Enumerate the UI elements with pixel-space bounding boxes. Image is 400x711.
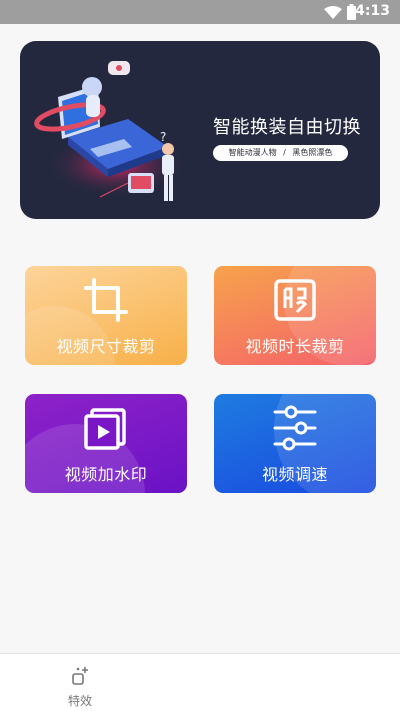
feature-card-size-crop[interactable]: 视频尺寸裁剪	[25, 266, 187, 365]
banner-tag: 智能动漫人物 / 黑色照漂色	[213, 145, 348, 161]
robot-laptop-illustration: ?	[34, 61, 186, 201]
nav-item-effects[interactable]: 特效	[56, 666, 104, 709]
svg-text:?: ?	[160, 130, 166, 144]
promo-banner[interactable]: ? 智能换装自由切换 智能动漫人物 / 黑色照漂色	[20, 41, 380, 219]
feature-label: 视频调速	[261, 465, 328, 484]
feature-card-speed[interactable]: 视频调速	[214, 394, 376, 493]
feature-card-watermark[interactable]: 视频加水印	[25, 394, 187, 493]
sliders-icon	[273, 405, 317, 451]
feature-label: 视频时长裁剪	[245, 337, 345, 356]
feature-card-duration-crop[interactable]: 视频时长裁剪	[214, 266, 376, 365]
seal-icon	[274, 279, 316, 321]
feature-label: 视频尺寸裁剪	[56, 337, 156, 356]
effects-icon	[72, 667, 88, 685]
banner-tag-separator: /	[283, 148, 286, 157]
banner-tag-right: 黑色照漂色	[292, 148, 333, 157]
wifi-icon	[324, 5, 342, 24]
crop-icon	[84, 278, 128, 322]
banner-tag-left: 智能动漫人物	[228, 148, 277, 157]
banner-title: 智能换装自由切换	[213, 117, 361, 138]
status-bar: 4:13	[0, 0, 400, 24]
status-time: 4:13	[355, 3, 390, 19]
bottom-navigation: 特效	[0, 653, 400, 711]
play-frame-icon	[84, 408, 126, 450]
feature-label: 视频加水印	[64, 465, 148, 484]
nav-item-label: 特效	[67, 694, 92, 708]
